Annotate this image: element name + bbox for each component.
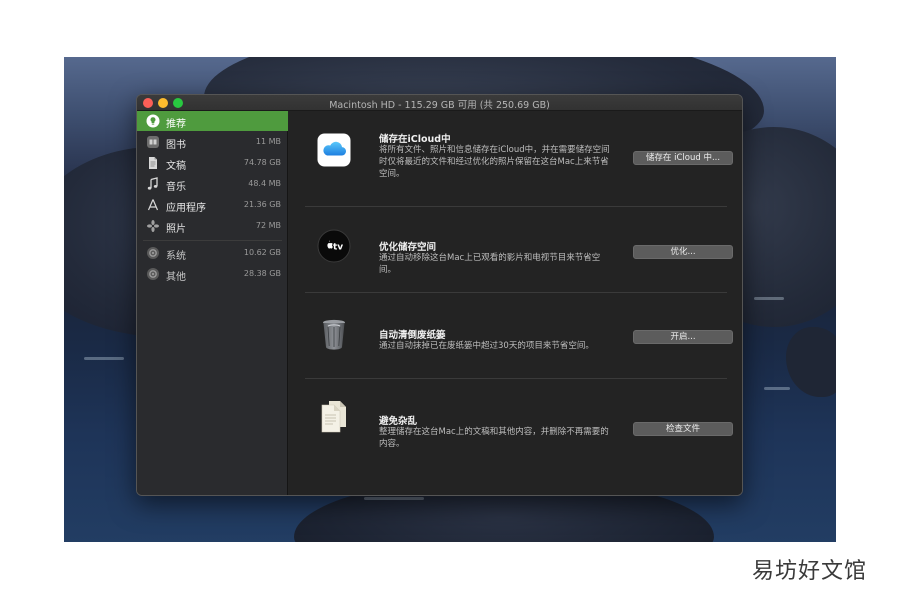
wallpaper-wave (754, 297, 784, 300)
sidebar-item-label: 音乐 (166, 182, 186, 193)
sidebar-item-size: 74.78 GB (243, 158, 281, 167)
recommendation-optimize: tv 优化储存空间 通过自动移除这台Mac上已观看的影片和电视节目来节省空间。 … (305, 215, 733, 285)
recommendation-icloud: 储存在iCloud中 将所有文件、照片和信息储存在iCloud中，并在需要储存空… (305, 129, 733, 199)
lightbulb-icon (146, 114, 160, 128)
document-icon (146, 156, 160, 170)
sidebar: 推荐 图书 11 MB 文稿 74.78 GB 音乐 48.4 MB 应用程序 … (137, 111, 288, 495)
sidebar-item-music[interactable]: 音乐 48.4 MB (137, 174, 288, 194)
sidebar-item-documents[interactable]: 文稿 74.78 GB (137, 153, 288, 173)
sidebar-item-size: 28.38 GB (243, 269, 281, 278)
gear-icon (146, 267, 160, 281)
recommendation-divider (305, 292, 727, 293)
sidebar-item-photos[interactable]: 照片 72 MB (137, 216, 288, 236)
sidebar-item-label: 照片 (166, 224, 186, 235)
window-title: Macintosh HD - 115.29 GB 可用 (共 250.69 GB… (329, 100, 550, 111)
photos-icon (146, 219, 160, 233)
apple-tv-label: tv (333, 243, 343, 253)
book-icon (146, 135, 160, 149)
recommendation-title: 优化储存空间 (379, 242, 437, 253)
recommendation-divider (305, 206, 727, 207)
recommendation-title: 自动清倒废纸篓 (379, 330, 446, 341)
wallpaper-wave (764, 387, 790, 390)
sidebar-divider (143, 240, 282, 241)
sidebar-item-label: 图书 (166, 140, 186, 151)
sidebar-item-label: 推荐 (166, 119, 186, 130)
title-bar[interactable]: Macintosh HD - 115.29 GB 可用 (共 250.69 GB… (137, 95, 742, 111)
recommendation-empty-trash: 自动清倒废纸篓 通过自动抹掉已在废纸篓中超过30天的项目来节省空间。 开启... (305, 303, 733, 373)
sidebar-item-size: 10.62 GB (243, 248, 281, 257)
review-files-button[interactable]: 检查文件 (633, 422, 733, 436)
sidebar-item-other[interactable]: 其他 28.38 GB (137, 264, 288, 284)
sidebar-item-recommendations[interactable]: 推荐 (137, 111, 288, 131)
sidebar-item-label: 文稿 (166, 161, 186, 172)
apple-tv-icon: tv (317, 229, 351, 263)
recommendation-description: 将所有文件、照片和信息储存在iCloud中，并在需要储存空间时仅将最近的文件和经… (379, 145, 610, 179)
trash-icon (317, 317, 351, 351)
sidebar-item-applications[interactable]: 应用程序 21.36 GB (137, 195, 288, 215)
sidebar-item-label: 其他 (166, 272, 186, 283)
sidebar-item-size: 48.4 MB (248, 179, 281, 188)
recommendation-title: 避免杂乱 (379, 416, 418, 427)
sidebar-item-size: 11 MB (255, 137, 281, 146)
store-in-icloud-button[interactable]: 储存在 iCloud 中... (633, 151, 733, 165)
sidebar-item-label: 应用程序 (166, 203, 206, 214)
recommendation-reduce-clutter: 避免杂乱 整理储存在这台Mac上的文稿和其他内容，并删除不再需要的内容。 检查文… (305, 387, 733, 457)
optimize-button[interactable]: 优化... (633, 245, 733, 259)
wallpaper-wave (84, 357, 124, 360)
recommendation-description: 通过自动抹掉已在废纸篓中超过30天的项目来节省空间。 (379, 341, 594, 351)
sidebar-item-size: 21.36 GB (243, 200, 281, 209)
turn-on-button[interactable]: 开启... (633, 330, 733, 344)
wallpaper-rock (786, 327, 836, 397)
recommendations-panel: 储存在iCloud中 将所有文件、照片和信息储存在iCloud中，并在需要储存空… (289, 111, 742, 495)
sidebar-item-size: 72 MB (255, 221, 281, 230)
music-note-icon (146, 177, 160, 191)
recommendation-description: 整理储存在这台Mac上的文稿和其他内容，并删除不再需要的内容。 (379, 427, 609, 449)
documents-icon (317, 399, 351, 433)
recommendation-title: 储存在iCloud中 (379, 134, 451, 145)
storage-management-window: Macintosh HD - 115.29 GB 可用 (共 250.69 GB… (136, 94, 743, 496)
sidebar-item-system[interactable]: 系统 10.62 GB (137, 243, 288, 263)
app-store-icon (146, 198, 160, 212)
recommendation-divider (305, 378, 727, 379)
icloud-icon (317, 133, 351, 167)
recommendation-description: 通过自动移除这台Mac上已观看的影片和电视节目来节省空间。 (379, 253, 601, 275)
sidebar-item-label: 系统 (166, 251, 186, 262)
gear-icon (146, 246, 160, 260)
wallpaper-wave (364, 497, 424, 500)
watermark-text: 易坊好文馆 (752, 559, 868, 584)
sidebar-item-books[interactable]: 图书 11 MB (137, 132, 288, 152)
